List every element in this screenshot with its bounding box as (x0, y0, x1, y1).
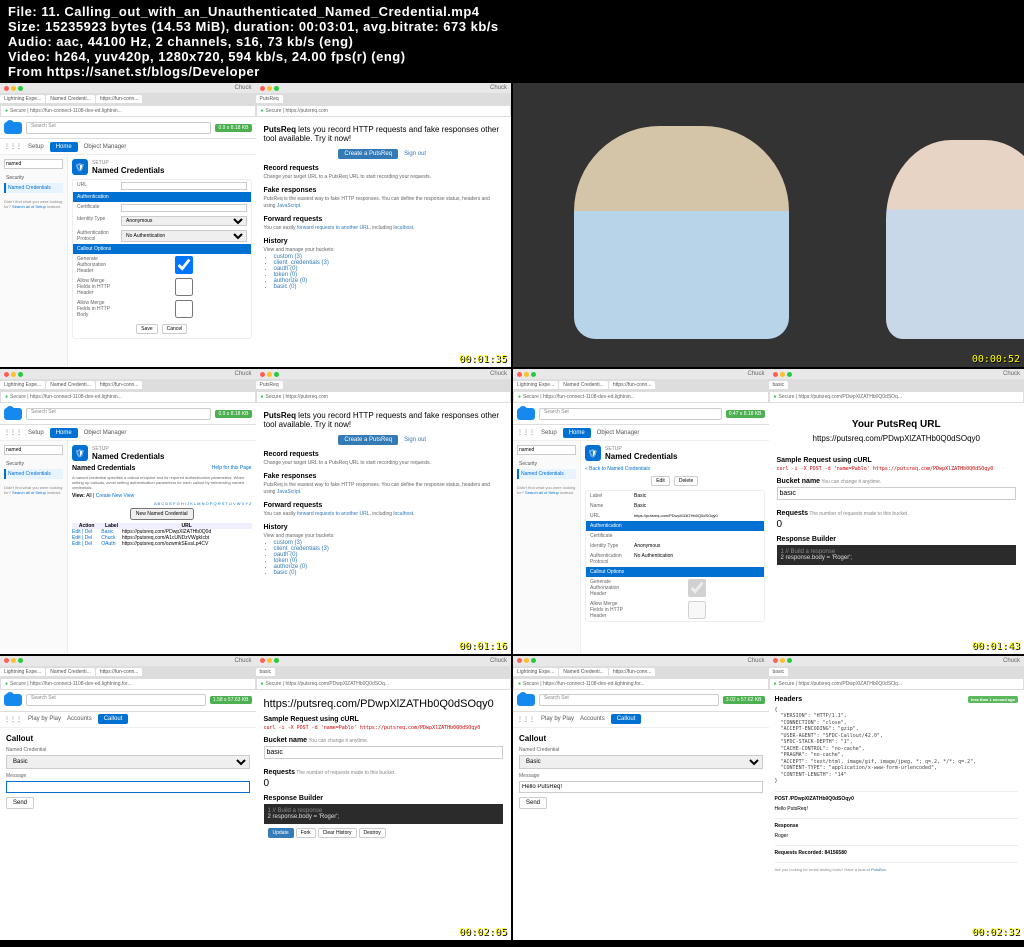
new-credential-button[interactable]: New Named Credential (130, 508, 194, 520)
back-link[interactable]: « Back to Named Credentials (585, 466, 650, 472)
thumbnail-grid: Chuck Lightning Expe...Named Credenti...… (0, 83, 1024, 940)
shield-icon: 🛡 (72, 159, 88, 175)
create-putsreq-button[interactable]: Create a PutsReq (338, 149, 398, 159)
thumbnail-1: Chuck Lightning Expe...Named Credenti...… (0, 83, 511, 367)
headers-json: { "VERSION": "HTTP/1.1", "CONNECTION": "… (775, 707, 1019, 785)
person-right (886, 140, 1024, 339)
salesforce-logo[interactable] (4, 122, 22, 134)
file-metadata: File: 11. Calling_out_with_an_Unauthenti… (0, 0, 1024, 83)
url-input[interactable] (121, 182, 247, 190)
named-credential-select[interactable]: Basic (6, 755, 250, 769)
code-editor[interactable]: 1 // Build a response 2 response.body = … (777, 545, 1017, 565)
lock-icon: ● (5, 108, 8, 114)
sidebar-named-credentials[interactable]: Named Credentials (4, 183, 63, 193)
signout-link[interactable]: Sign out (402, 149, 428, 159)
thumbnail-6: Chuck Lightning Expe...Named Credenti...… (513, 656, 1024, 940)
cancel-button[interactable]: Cancel (162, 324, 188, 334)
thumbnail-5: Chuck Lightning Expe...Named Credenti...… (0, 656, 511, 940)
perf-badge: 0.9 s 8.18 KB (215, 124, 251, 132)
update-button[interactable]: Update (268, 828, 294, 838)
identity-type-select[interactable]: Anonymous (121, 216, 247, 226)
message-input[interactable] (6, 781, 250, 793)
thumbnail-4: Chuck Lightning Expe...Named Credenti...… (513, 369, 1024, 653)
nav-tabs[interactable]: ⋮⋮⋮SetupHomeObject Manager (0, 139, 256, 155)
save-button[interactable]: Save (136, 324, 157, 334)
fork-button[interactable]: Fork (296, 828, 316, 838)
thumbnail-2-video: 00:00:52 (513, 83, 1024, 367)
clear-history-button[interactable]: Clear History (318, 828, 357, 838)
send-button[interactable]: Send (519, 797, 547, 809)
sidebar-security[interactable]: Security (4, 173, 63, 183)
browser-tabs[interactable]: Lightning Expe...Named Credenti...https:… (0, 93, 256, 105)
send-button[interactable]: Send (6, 797, 34, 809)
message-input[interactable] (519, 781, 763, 793)
time-badge: less than 1 second ago (968, 696, 1018, 703)
sidebar-search[interactable] (4, 159, 63, 169)
destroy-button[interactable]: Destroy (359, 828, 386, 838)
edit-button[interactable]: Edit (651, 476, 670, 486)
search-input[interactable]: Search Set (26, 122, 211, 134)
thumbnail-3: Chuck Lightning Expe...Named Credenti...… (0, 369, 511, 653)
person-left (574, 126, 789, 339)
url-bar[interactable]: ●Secure | https://fun-connect-1108-dev-e… (0, 105, 256, 117)
auth-protocol-select[interactable]: No Authentication (121, 230, 247, 242)
delete-button[interactable]: Delete (674, 476, 698, 486)
bucket-name-input[interactable] (777, 487, 1017, 500)
